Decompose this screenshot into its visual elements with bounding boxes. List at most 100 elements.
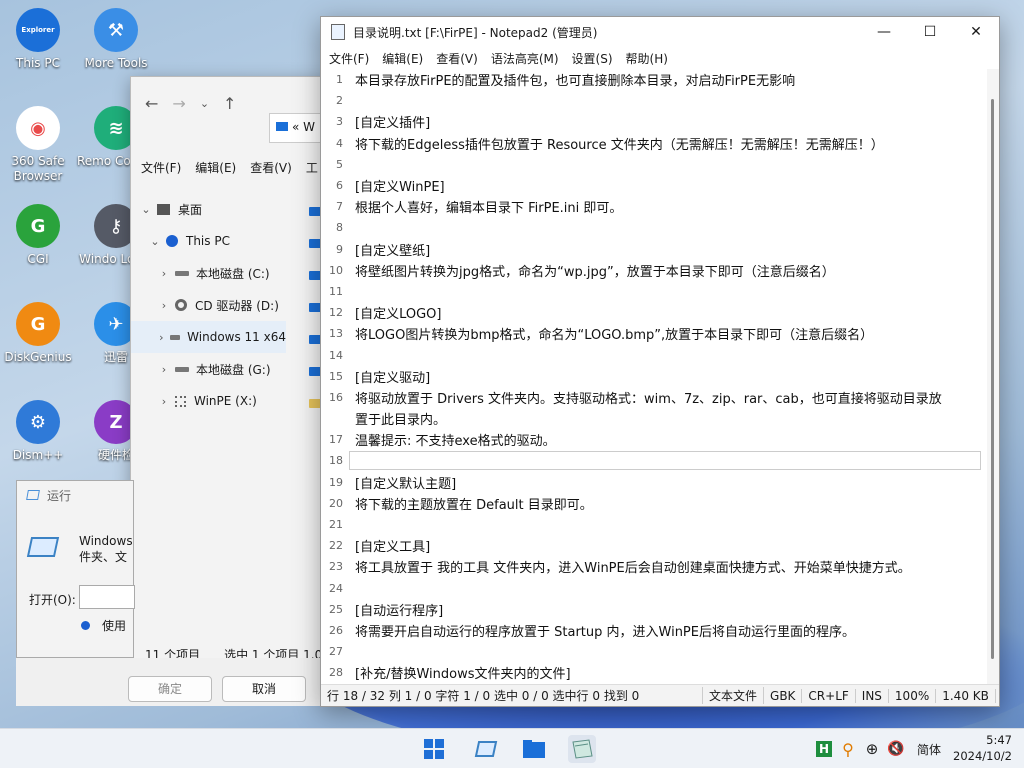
navigation-tree: ⌄ 桌面 ⌄ This PC › 本地磁盘 (C:) › CD 驱动器 (D:) › Window… [131,193,286,417]
text-editor[interactable]: 1 本目录存放FirPE的配置及插件包，也可直接删除本目录，对启动FirPE无影响… [321,69,987,684]
scroll-thumb[interactable] [991,99,994,659]
menu-item[interactable]: 帮助(H) [626,50,668,67]
text-line[interactable]: 28 [补充/替换Windows文件夹内的文件] [321,662,987,683]
line-number: 3 [336,115,343,129]
text-line[interactable]: 24 [321,578,987,599]
text-line[interactable]: 18 [321,450,987,471]
back-icon[interactable]: ← [145,94,158,113]
text-line[interactable]: 17 温馨提示: 不支持exe格式的驱动。 [321,429,987,450]
menu-item[interactable]: 语法高亮(M) [491,50,559,67]
open-input[interactable] [79,585,135,609]
text-line[interactable]: 13 将LOGO图片转换为bmp格式，命名为“LOGO.bmp”,放置于本目录下即… [321,323,987,344]
desktop-icon[interactable]: Explorer This PC [0,8,78,71]
menu-item[interactable]: 查看(V) [436,50,478,67]
line-number: 9 [336,242,343,256]
forward-icon[interactable]: → [172,94,185,113]
chevron-down-icon[interactable]: ⌄ [200,97,209,110]
menu-item[interactable]: 文件(F) [329,50,369,67]
desktop-icon[interactable]: G CGI [0,204,78,267]
minimize-icon[interactable]: — [861,17,907,47]
tree-item[interactable]: › CD 驱动器 (D:) [131,289,286,321]
volume-muted-icon[interactable]: 🔇 [886,735,906,763]
cancel-button[interactable]: 取消 [222,676,306,702]
start-icon[interactable] [420,735,448,763]
line-text: 根据个人喜好，编辑本目录下 FirPE.ini 即可。 [355,201,623,217]
text-line[interactable]: 26 将需要开启自动运行的程序放置于 Startup 内，进入WinPE后将自动运… [321,620,987,641]
text-line[interactable]: 7 根据个人喜好，编辑本目录下 FirPE.ini 即可。 [321,196,987,217]
desktop-icon-label: Dism++ [12,448,64,462]
vertical-scrollbar[interactable] [987,69,999,684]
line-text: 置于此目录内。 [355,413,447,429]
desktop-icon[interactable]: ◉ 360 Safe Browser [0,106,78,184]
text-line[interactable]: 9 [自定义壁纸] [321,239,987,260]
chevron-right-icon[interactable]: › [153,331,170,344]
menu-item[interactable]: 编辑(E) [382,50,423,67]
menu-item[interactable]: 设置(S) [572,50,613,67]
chevron-down-icon[interactable]: ⌄ [144,235,166,248]
line-text [349,451,981,471]
network-icon[interactable]: ⊕ [862,735,882,763]
text-line[interactable]: 11 [321,281,987,302]
h-tray-icon[interactable]: H [814,735,834,763]
text-line[interactable]: 4 将下载的Edgeless插件包放置于 Resource 文件夹内（无需解压！无… [321,133,987,154]
line-text: 将壁纸图片转换为jpg格式，命名为“wp.jpg”，放置于本目录下即可（注意后缀… [355,264,835,280]
notepad-taskbar-icon[interactable] [568,735,596,763]
close-icon[interactable]: ✕ [953,17,999,47]
notepad-window[interactable]: 目录说明.txt [F:\FirPE] - Notepad2 (管理员) — ☐… [320,16,1000,707]
text-line[interactable]: 6 [自定义WinPE] [321,175,987,196]
window-title: 目录说明.txt [F:\FirPE] - Notepad2 (管理员) [353,25,598,40]
clock[interactable]: 5:47 2024/10/2 [953,732,1012,764]
notepad-title-bar[interactable]: 目录说明.txt [F:\FirPE] - Notepad2 (管理员) — ☐… [321,17,999,47]
text-line[interactable]: 10 将壁纸图片转换为jpg格式，命名为“wp.jpg”，放置于本目录下即可（注意… [321,260,987,281]
text-line[interactable]: 5 [321,154,987,175]
app-icon: G [16,204,60,248]
file-explorer-taskbar-icon[interactable] [520,735,548,763]
text-line[interactable]: 20 将下载的主题放置在 Default 目录即可。 [321,493,987,514]
tree-item[interactable]: ⌄ 桌面 [131,193,286,225]
menu-item[interactable]: 编辑(E) [195,159,236,176]
chevron-down-icon[interactable]: ⌄ [135,203,157,216]
text-line[interactable]: 8 [321,217,987,238]
text-line[interactable]: 25 [自动运行程序] [321,599,987,620]
menu-item[interactable]: 查看(V) [250,159,292,176]
menu-item[interactable]: 工 [306,159,318,176]
chevron-right-icon[interactable]: › [153,299,175,312]
search-icon[interactable]: ⚲ [838,735,858,763]
desktop-icon[interactable]: G DiskGenius [0,302,78,365]
text-line[interactable]: 置于此目录内。 [321,408,987,429]
chevron-right-icon[interactable]: › [153,395,175,408]
text-line[interactable]: 16 将驱动放置于 Drivers 文件夹内。支持驱动格式：wim、7z、zip、… [321,387,987,408]
up-icon[interactable]: ↑ [223,94,236,113]
text-line[interactable]: 3 [自定义插件] [321,111,987,132]
desktop-icon-label: This PC [16,56,60,70]
menu-item[interactable]: 文件(F) [141,159,181,176]
line-text: 将LOGO图片转换为bmp格式，命名为“LOGO.bmp”,放置于本目录下即可（… [355,328,874,344]
tree-item[interactable]: › 本地磁盘 (G:) [131,353,286,385]
maximize-icon[interactable]: ☐ [907,17,953,47]
text-line[interactable]: 19 [自定义默认主题] [321,472,987,493]
line-text: 温馨提示: 不支持exe格式的驱动。 [355,434,556,450]
file-explorer-window[interactable]: ← → ⌄ ↑ « W 文件(F) 编辑(E) 查看(V) 工 ⌄ 桌面 ⌄ This PC… [130,76,330,666]
chevron-right-icon[interactable]: › [153,363,175,376]
tree-item[interactable]: › WinPE (X:) [131,385,286,417]
text-line[interactable]: 27 [321,641,987,662]
desktop-icon[interactable]: ⚒ More Tools [76,8,156,71]
desktop-icon[interactable]: ⚙ Dism++ [0,400,78,463]
text-line[interactable]: 15 [自定义驱动] [321,366,987,387]
ok-button[interactable]: 确定 [128,676,212,702]
tree-item[interactable]: › 本地磁盘 (C:) [131,257,286,289]
run-taskbar-icon[interactable] [472,735,500,763]
run-dialog[interactable]: 运行 Windows 件夹、文 打开(O): 使用 [16,480,135,658]
tree-item[interactable]: › Windows 11 x64 [131,321,286,353]
text-line[interactable]: 21 [321,514,987,535]
text-line[interactable]: 22 [自定义工具] [321,535,987,556]
tree-item[interactable]: ⌄ This PC [131,225,286,257]
text-line[interactable]: 12 [自定义LOGO] [321,302,987,323]
text-line[interactable]: 14 [321,344,987,365]
app-icon: G [16,302,60,346]
chevron-right-icon[interactable]: › [153,267,175,280]
text-line[interactable]: 23 将工具放置于 我的工具 文件夹内，进入WinPE后会自动创建桌面快捷方式、开… [321,556,987,577]
text-line[interactable]: 1 本目录存放FirPE的配置及插件包，也可直接删除本目录，对启动FirPE无影响 [321,69,987,90]
ime-indicator[interactable]: 简体 [914,735,944,763]
text-line[interactable]: 2 [321,90,987,111]
